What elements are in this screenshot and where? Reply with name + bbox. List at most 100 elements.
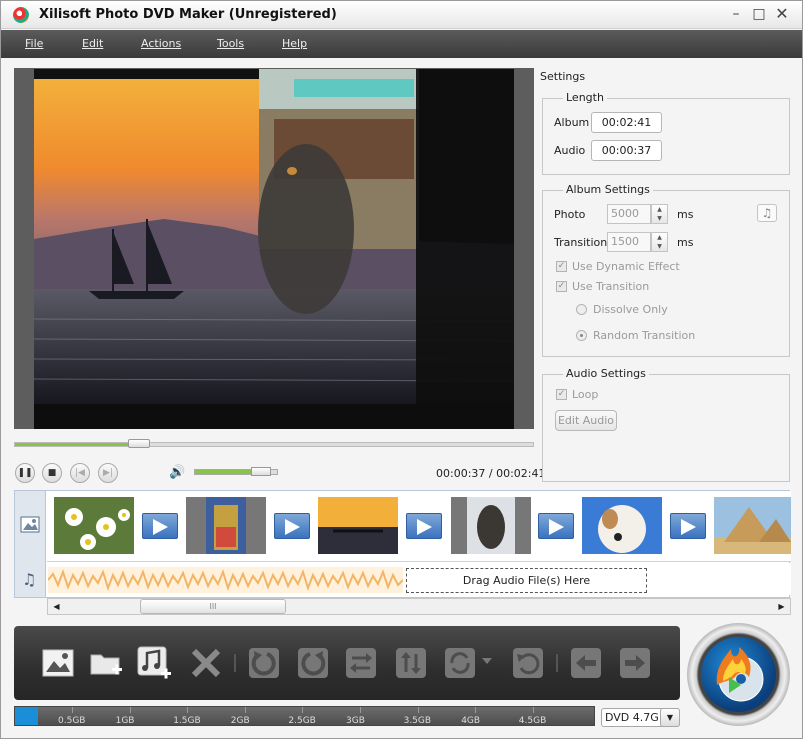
photo-thumbnail[interactable]: [451, 497, 531, 554]
window-title: Xilisoft Photo DVD Maker (Unregistered): [39, 7, 337, 22]
next-button[interactable]: ▶|: [98, 463, 118, 483]
undo-icon[interactable]: [511, 646, 545, 680]
title-bar[interactable]: Xilisoft Photo DVD Maker (Unregistered) …: [1, 1, 802, 29]
audio-length-field: 00:00:37: [591, 140, 662, 161]
disc-capacity-bar: 0.5GB 1GB 1.5GB 2GB 2.5GB 3GB 3.5GB 4GB 4.5GB: [14, 706, 595, 726]
transition-effect-icon[interactable]: [443, 646, 477, 680]
scrollbar-thumb[interactable]: III: [140, 599, 286, 614]
capacity-tick: [187, 707, 189, 713]
capacity-tick-label: 2.5GB: [288, 716, 316, 726]
transition-icon[interactable]: [406, 513, 442, 539]
add-music-icon[interactable]: [137, 646, 171, 680]
photo-thumbnail[interactable]: [714, 497, 791, 554]
loop-checkbox[interactable]: ✓: [556, 389, 567, 400]
menu-actions[interactable]: Actions: [141, 37, 181, 50]
chevron-down-icon[interactable]: [482, 658, 492, 664]
photo-thumbnail[interactable]: [582, 497, 662, 554]
arrow-left-icon[interactable]: [569, 646, 603, 680]
dissolve-only-radio[interactable]: [576, 304, 587, 315]
photo-duration-stepper[interactable]: ▲ ▼: [651, 204, 668, 224]
capacity-tick-label: 1.5GB: [173, 716, 201, 726]
capacity-tick: [532, 707, 534, 713]
audio-waveform[interactable]: [47, 567, 404, 593]
capacity-tick: [475, 707, 477, 713]
capacity-tick: [417, 707, 419, 713]
scroll-left-icon[interactable]: ◀: [50, 600, 63, 613]
transition-duration-stepper[interactable]: ▲ ▼: [651, 232, 668, 252]
timeline: ♫ Drag Audio File(s) Here: [14, 490, 791, 598]
random-transition-label: Random Transition: [593, 329, 696, 342]
flip-icon[interactable]: [394, 646, 428, 680]
photo-track-icon: [20, 516, 40, 533]
music-note-icon[interactable]: ♫: [757, 204, 777, 222]
close-button[interactable]: ✕: [773, 6, 791, 22]
volume-slider[interactable]: [194, 467, 278, 476]
stop-button[interactable]: ■: [42, 463, 62, 483]
album-settings-legend: Album Settings: [563, 183, 653, 196]
capacity-tick: [129, 707, 131, 713]
random-transition-radio[interactable]: [576, 330, 587, 341]
use-transition-checkbox[interactable]: ✓: [556, 281, 567, 292]
audio-track-icon: ♫: [22, 570, 37, 589]
audio-drop-zone[interactable]: Drag Audio File(s) Here: [406, 568, 647, 593]
capacity-tick-label: 3.5GB: [403, 716, 432, 726]
track-header: ♫: [15, 491, 46, 597]
toolbar-separator: [234, 654, 236, 672]
disc-type-select[interactable]: DVD 4.7G ▼: [601, 708, 680, 727]
app-logo-icon: [13, 7, 29, 23]
photo-track: [47, 491, 791, 562]
add-photo-icon[interactable]: [41, 646, 75, 680]
main-toolbar: [14, 626, 680, 700]
capacity-tick-label: 0.5GB: [58, 716, 86, 726]
use-transition-label: Use Transition: [572, 280, 650, 293]
menu-edit[interactable]: Edit: [82, 37, 103, 50]
photo-thumbnail[interactable]: [186, 497, 266, 554]
transition-icon[interactable]: [538, 513, 574, 539]
menu-help[interactable]: Help: [282, 37, 307, 50]
capacity-used: [15, 707, 39, 725]
swap-icon[interactable]: [344, 646, 378, 680]
scroll-right-icon[interactable]: ▶: [775, 600, 788, 613]
delete-icon[interactable]: [189, 646, 223, 680]
capacity-tick: [72, 707, 73, 713]
timeline-scrollbar[interactable]: ◀ III ▶: [47, 598, 791, 615]
burn-disc-icon[interactable]: [701, 637, 776, 712]
rotate-right-icon[interactable]: [296, 646, 330, 680]
audio-length-label: Audio: [554, 144, 586, 157]
arrow-right-icon[interactable]: [618, 646, 652, 680]
dynamic-effect-checkbox[interactable]: ✓: [556, 261, 567, 272]
transition-icon[interactable]: [670, 513, 706, 539]
app-window: Xilisoft Photo DVD Maker (Unregistered) …: [0, 0, 803, 739]
volume-icon[interactable]: 🔊: [169, 465, 185, 480]
pause-button[interactable]: ❚❚: [15, 463, 35, 483]
menu-tools[interactable]: Tools: [217, 37, 244, 50]
audio-track: Drag Audio File(s) Here: [47, 563, 791, 595]
transition-duration-input[interactable]: 1500: [607, 232, 651, 252]
maximize-button[interactable]: □: [750, 6, 768, 22]
seek-thumb[interactable]: [128, 439, 151, 448]
photo-duration-label: Photo: [554, 208, 586, 221]
photo-thumbnail[interactable]: [54, 497, 134, 554]
disc-type-value: DVD 4.7G: [605, 711, 659, 724]
menu-file[interactable]: File: [25, 37, 43, 50]
album-length-field: 00:02:41: [591, 112, 662, 133]
photo-thumbnail[interactable]: [318, 497, 398, 554]
capacity-tick-label: 3GB: [346, 716, 365, 726]
capacity-tick-label: 1GB: [115, 716, 135, 726]
volume-thumb[interactable]: [250, 467, 271, 476]
previous-button[interactable]: |◀: [70, 463, 90, 483]
add-folder-icon[interactable]: [89, 646, 123, 680]
preview-image: [34, 69, 514, 429]
transition-duration-label: Transition: [554, 236, 608, 249]
rotate-left-icon[interactable]: [247, 646, 281, 680]
seek-bar[interactable]: [14, 439, 534, 448]
minimize-button[interactable]: –: [727, 6, 745, 22]
transition-icon[interactable]: [274, 513, 310, 539]
capacity-tick-label: 4.5GB: [518, 716, 547, 726]
transition-icon[interactable]: [142, 513, 178, 539]
edit-audio-button[interactable]: Edit Audio: [555, 410, 617, 431]
photo-duration-input[interactable]: 5000: [607, 204, 651, 224]
seek-progress: [15, 443, 140, 446]
chevron-down-icon[interactable]: ▼: [660, 708, 680, 727]
album-length-label: Album: [554, 116, 590, 129]
